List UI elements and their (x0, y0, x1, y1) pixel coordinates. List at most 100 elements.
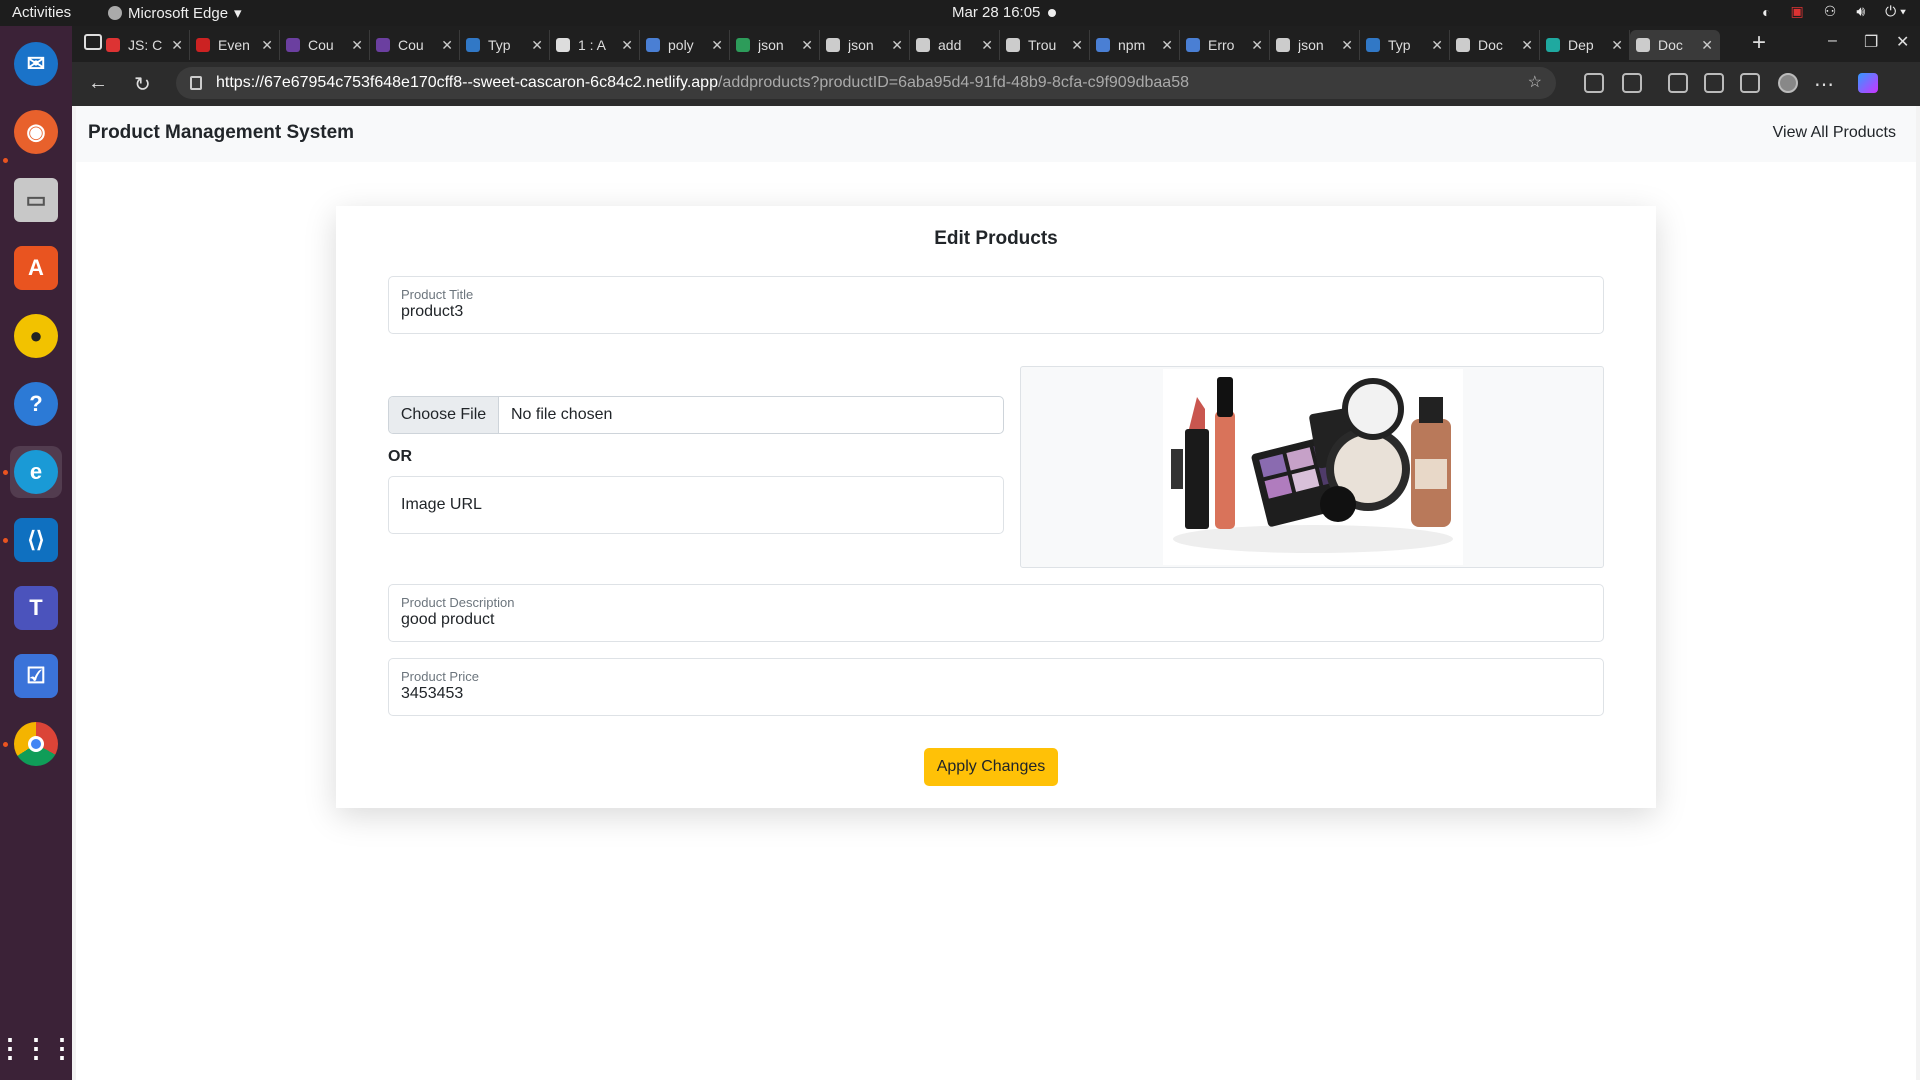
tab-favicon-icon (196, 38, 210, 52)
back-arrow-icon[interactable]: ← (88, 72, 108, 95)
tab-close-icon[interactable]: ✕ (171, 37, 183, 54)
tab-close-icon[interactable]: ✕ (891, 37, 903, 54)
product-title-field[interactable]: Product Title product3 (388, 276, 1604, 334)
dock-help[interactable]: ? (10, 378, 62, 430)
browser-tab[interactable]: JS: C ✕ (100, 30, 190, 60)
browser-tab[interactable]: Cou ✕ (280, 30, 370, 60)
help-icon: ? (14, 382, 58, 426)
split-screen-icon[interactable] (1622, 73, 1642, 93)
tab-favicon-icon (916, 38, 930, 52)
tab-close-icon[interactable]: ✕ (1071, 37, 1083, 54)
system-tray[interactable]: ◐ ▣ ⚇ 🔊︎ ⏻ ▾ (1762, 3, 1906, 20)
browser-tab[interactable]: add ✕ (910, 30, 1000, 60)
browser-tab[interactable]: Even ✕ (190, 30, 280, 60)
browser-tab[interactable]: Erro ✕ (1180, 30, 1270, 60)
dock-teams[interactable]: T (10, 582, 62, 634)
tab-close-icon[interactable]: ✕ (1431, 37, 1443, 54)
tab-close-icon[interactable]: ✕ (1611, 37, 1623, 54)
dock-thunderbird[interactable]: ✉ (10, 38, 62, 90)
more-menu-icon[interactable]: ⋯ (1814, 72, 1834, 97)
browser-essentials-icon[interactable] (1740, 73, 1760, 93)
refresh-icon[interactable]: ↻ (134, 72, 151, 97)
extensions-icon[interactable] (1584, 73, 1604, 93)
tab-title: Dep (1568, 37, 1594, 53)
dock-firefox[interactable]: ◉ (10, 106, 62, 158)
tab-title: npm (1118, 37, 1146, 53)
tab-close-icon[interactable]: ✕ (261, 37, 273, 54)
app-menu[interactable]: Microsoft Edge ▾ (108, 4, 242, 22)
tab-close-icon[interactable]: ✕ (711, 37, 723, 54)
dock-app-center[interactable]: A (10, 242, 62, 294)
product-price-field[interactable]: Product Price 3453453 (388, 658, 1604, 716)
status-icon[interactable]: ◐ (1762, 4, 1770, 20)
activities-button[interactable]: Activities (12, 4, 71, 21)
tab-close-icon[interactable]: ✕ (1341, 37, 1353, 54)
product-title-value: product3 (401, 303, 464, 320)
browser-tab[interactable]: Doc ✕ (1450, 30, 1540, 60)
browser-tab[interactable]: npm ✕ (1090, 30, 1180, 60)
image-url-input[interactable]: Image URL (388, 476, 1004, 534)
volume-icon[interactable]: 🔊︎ (1856, 3, 1865, 20)
dock-edge[interactable]: e (10, 446, 62, 498)
vscode-icon: ⟨⟩ (14, 518, 58, 562)
brand-title[interactable]: Product Management System (88, 122, 354, 144)
browser-tab[interactable]: poly ✕ (640, 30, 730, 60)
network-icon[interactable]: ⚇ (1824, 3, 1837, 20)
restore-button[interactable]: ❐ (1864, 32, 1878, 52)
apply-changes-button[interactable]: Apply Changes (924, 748, 1058, 786)
browser-tab[interactable]: Typ ✕ (460, 30, 550, 60)
browser-tab[interactable]: Typ ✕ (1360, 30, 1450, 60)
tab-close-icon[interactable]: ✕ (981, 37, 993, 54)
tab-strip: JS: C ✕ Even ✕ Cou ✕ Cou ✕ Typ ✕ 1 : A ✕ poly ✕ json ✕ j… (72, 26, 1920, 62)
tab-title: json (848, 37, 874, 53)
favorite-star-icon[interactable]: ☆ (1528, 72, 1542, 92)
firefox-icon: ◉ (14, 110, 58, 154)
address-bar[interactable]: https://67e67954c753f648e170cff8--sweet-… (176, 67, 1556, 99)
profile-avatar[interactable] (1778, 73, 1798, 93)
browser-tab[interactable]: Cou ✕ (370, 30, 460, 60)
browser-tab[interactable]: json ✕ (1270, 30, 1360, 60)
tab-close-icon[interactable]: ✕ (351, 37, 363, 54)
browser-tab[interactable]: json ✕ (820, 30, 910, 60)
browser-window: JS: C ✕ Even ✕ Cou ✕ Cou ✕ Typ ✕ 1 : A ✕ poly ✕ json ✕ j… (72, 26, 1920, 1080)
browser-tab[interactable]: Trou ✕ (1000, 30, 1090, 60)
close-window-button[interactable]: ✕ (1896, 32, 1909, 52)
minimize-button[interactable]: – (1828, 32, 1837, 50)
clock[interactable]: Mar 28 16:05 (952, 4, 1057, 21)
browser-tab[interactable]: 1 : A ✕ (550, 30, 640, 60)
dock-vscode[interactable]: ⟨⟩ (10, 514, 62, 566)
dock-files[interactable]: ▭ (10, 174, 62, 226)
dock-tasks[interactable]: ☑ (10, 650, 62, 702)
teams-tray-icon[interactable]: ▣ (1791, 3, 1804, 20)
show-apps-button[interactable]: ⋮⋮⋮ (0, 1022, 75, 1074)
copilot-icon[interactable] (1858, 73, 1878, 93)
tab-close-icon[interactable]: ✕ (1251, 37, 1263, 54)
browser-tab[interactable]: json ✕ (730, 30, 820, 60)
choose-file-button[interactable]: Choose File (389, 397, 499, 433)
tab-close-icon[interactable]: ✕ (1701, 37, 1713, 54)
tab-close-icon[interactable]: ✕ (1521, 37, 1533, 54)
browser-toolbar: ← ↻ https://67e67954c753f648e170cff8--sw… (72, 62, 1920, 106)
tab-title: Cou (398, 37, 424, 53)
tab-close-icon[interactable]: ✕ (621, 37, 633, 54)
running-indicator (3, 470, 8, 475)
tab-close-icon[interactable]: ✕ (441, 37, 453, 54)
browser-tab[interactable]: Dep ✕ (1540, 30, 1630, 60)
tab-close-icon[interactable]: ✕ (1161, 37, 1173, 54)
new-tab-button[interactable]: + (1752, 29, 1766, 57)
collections-icon[interactable] (1704, 73, 1724, 93)
tab-close-icon[interactable]: ✕ (801, 37, 813, 54)
file-input[interactable]: Choose File No file chosen (388, 396, 1004, 434)
dock-chrome[interactable] (10, 718, 62, 770)
tab-favicon-icon (286, 38, 300, 52)
view-all-products-link[interactable]: View All Products (1773, 124, 1896, 142)
dock-rhythmbox[interactable]: ● (10, 310, 62, 362)
power-icon[interactable]: ⏻ ▾ (1885, 3, 1906, 20)
tab-title: json (758, 37, 784, 53)
tab-close-icon[interactable]: ✕ (531, 37, 543, 54)
running-indicator (3, 158, 8, 163)
favorites-icon[interactable] (1668, 73, 1688, 93)
tab-title: Doc (1478, 37, 1503, 53)
browser-tab[interactable]: Doc ✕ (1630, 30, 1720, 60)
product-description-field[interactable]: Product Description good product (388, 584, 1604, 642)
